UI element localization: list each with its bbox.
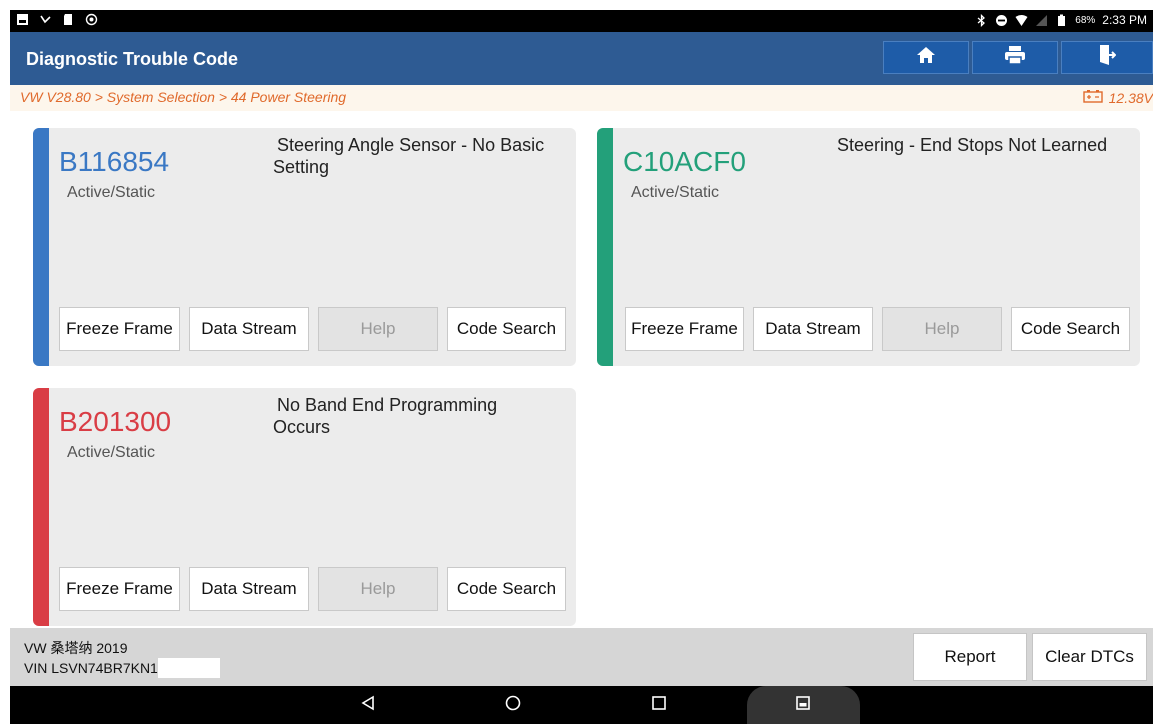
home-circle-icon — [505, 695, 521, 716]
battery-percent: 68% — [1075, 14, 1096, 26]
severity-stripe — [597, 128, 613, 366]
home-nav-button[interactable] — [494, 686, 532, 724]
dtc-description: No Band End Programming Occurs — [273, 394, 497, 438]
clock: 2:33 PM — [1102, 13, 1147, 27]
data-stream-button[interactable]: Data Stream — [189, 307, 309, 351]
status-bar: 68% 2:33 PM — [10, 10, 1153, 32]
help-button[interactable]: Help — [318, 567, 438, 611]
freeze-frame-button[interactable]: Freeze Frame — [59, 567, 180, 611]
dtc-code: C10ACF0 — [623, 146, 746, 177]
vehicle-model: VW 桑塔纳 2019 — [24, 640, 128, 656]
dtc-status: Active/Static — [67, 444, 156, 461]
vin-redaction — [157, 658, 220, 678]
do-not-disturb-icon — [995, 14, 1008, 27]
dtc-description-line2: Setting — [273, 157, 330, 177]
report-button[interactable]: Report — [913, 633, 1027, 681]
dtc-status: Active/Static — [67, 184, 156, 201]
voltage-value: 12.38V — [1108, 89, 1153, 106]
exit-icon — [1098, 44, 1117, 71]
vin-number: VIN LSVN74BR7KN1 — [24, 660, 158, 676]
freeze-frame-button[interactable]: Freeze Frame — [625, 307, 744, 351]
recents-icon — [651, 695, 667, 716]
bluetooth-icon — [975, 13, 988, 27]
severity-stripe — [33, 128, 49, 366]
dtc-description: Steering - End Stops Not Learned — [837, 134, 1107, 156]
dtc-code: B201300 — [59, 406, 172, 437]
battery-icon — [1055, 14, 1068, 27]
dtc-description-line2: Occurs — [273, 417, 331, 437]
data-stream-button[interactable]: Data Stream — [189, 567, 309, 611]
dtc-description-line1: No Band End Programming — [277, 395, 498, 415]
code-search-button[interactable]: Code Search — [1011, 307, 1130, 351]
voltage-indicator: 12.38V — [1082, 89, 1153, 106]
print-icon — [1004, 45, 1026, 70]
screenshot-button[interactable] — [784, 686, 822, 724]
dtc-code: B116854 — [59, 146, 170, 177]
signal-icon — [1035, 14, 1048, 27]
settings-notification-icon — [85, 13, 98, 26]
dtc-description-line1: Steering Angle Sensor - No Basic — [277, 135, 545, 155]
code-search-button[interactable]: Code Search — [447, 567, 566, 611]
freeze-frame-button[interactable]: Freeze Frame — [59, 307, 180, 351]
exit-button[interactable] — [1061, 41, 1153, 74]
dtc-card: B116854 Active/Static Steering Angle Sen… — [33, 128, 576, 366]
usb-debug-icon — [39, 13, 52, 26]
help-button[interactable]: Help — [318, 307, 438, 351]
dtc-status: Active/Static — [631, 184, 720, 201]
header-bar: Diagnostic Trouble Code — [10, 32, 1153, 85]
sd-card-icon — [62, 13, 75, 26]
back-button[interactable] — [349, 686, 387, 724]
navigation-bar — [10, 686, 1153, 724]
battery-voltage-icon — [1082, 89, 1103, 106]
page-title: Diagnostic Trouble Code — [26, 49, 239, 69]
code-search-button[interactable]: Code Search — [447, 307, 566, 351]
dtc-description-line1: Steering - End Stops Not Learned — [837, 135, 1108, 155]
recents-button[interactable] — [640, 686, 678, 724]
back-icon — [360, 695, 376, 716]
breadcrumb: VW V28.80 > System Selection > 44 Power … — [20, 89, 347, 105]
help-button[interactable]: Help — [882, 307, 1002, 351]
data-stream-button[interactable]: Data Stream — [753, 307, 873, 351]
vehicle-info: VW 桑塔纳 2019 VIN LSVN74BR7KN1 — [24, 638, 220, 678]
screenshot-icon — [795, 695, 811, 716]
footer-bar: VW 桑塔纳 2019 VIN LSVN74BR7KN1 Report Clea… — [10, 628, 1153, 686]
dtc-card: B201300 Active/Static No Band End Progra… — [33, 388, 576, 626]
vin-row: VIN LSVN74BR7KN1 — [24, 658, 220, 678]
breadcrumb-bar: VW V28.80 > System Selection > 44 Power … — [10, 85, 1153, 111]
print-button[interactable] — [972, 41, 1058, 74]
dtc-description: Steering Angle Sensor - No Basic Setting — [273, 134, 544, 178]
gallery-notification-icon — [16, 13, 29, 26]
home-icon — [916, 45, 936, 70]
home-button[interactable] — [883, 41, 969, 74]
wifi-icon — [1015, 14, 1028, 27]
severity-stripe — [33, 388, 49, 626]
clear-dtcs-button[interactable]: Clear DTCs — [1032, 633, 1147, 681]
dtc-card: C10ACF0 Active/Static Steering - End Sto… — [597, 128, 1140, 366]
